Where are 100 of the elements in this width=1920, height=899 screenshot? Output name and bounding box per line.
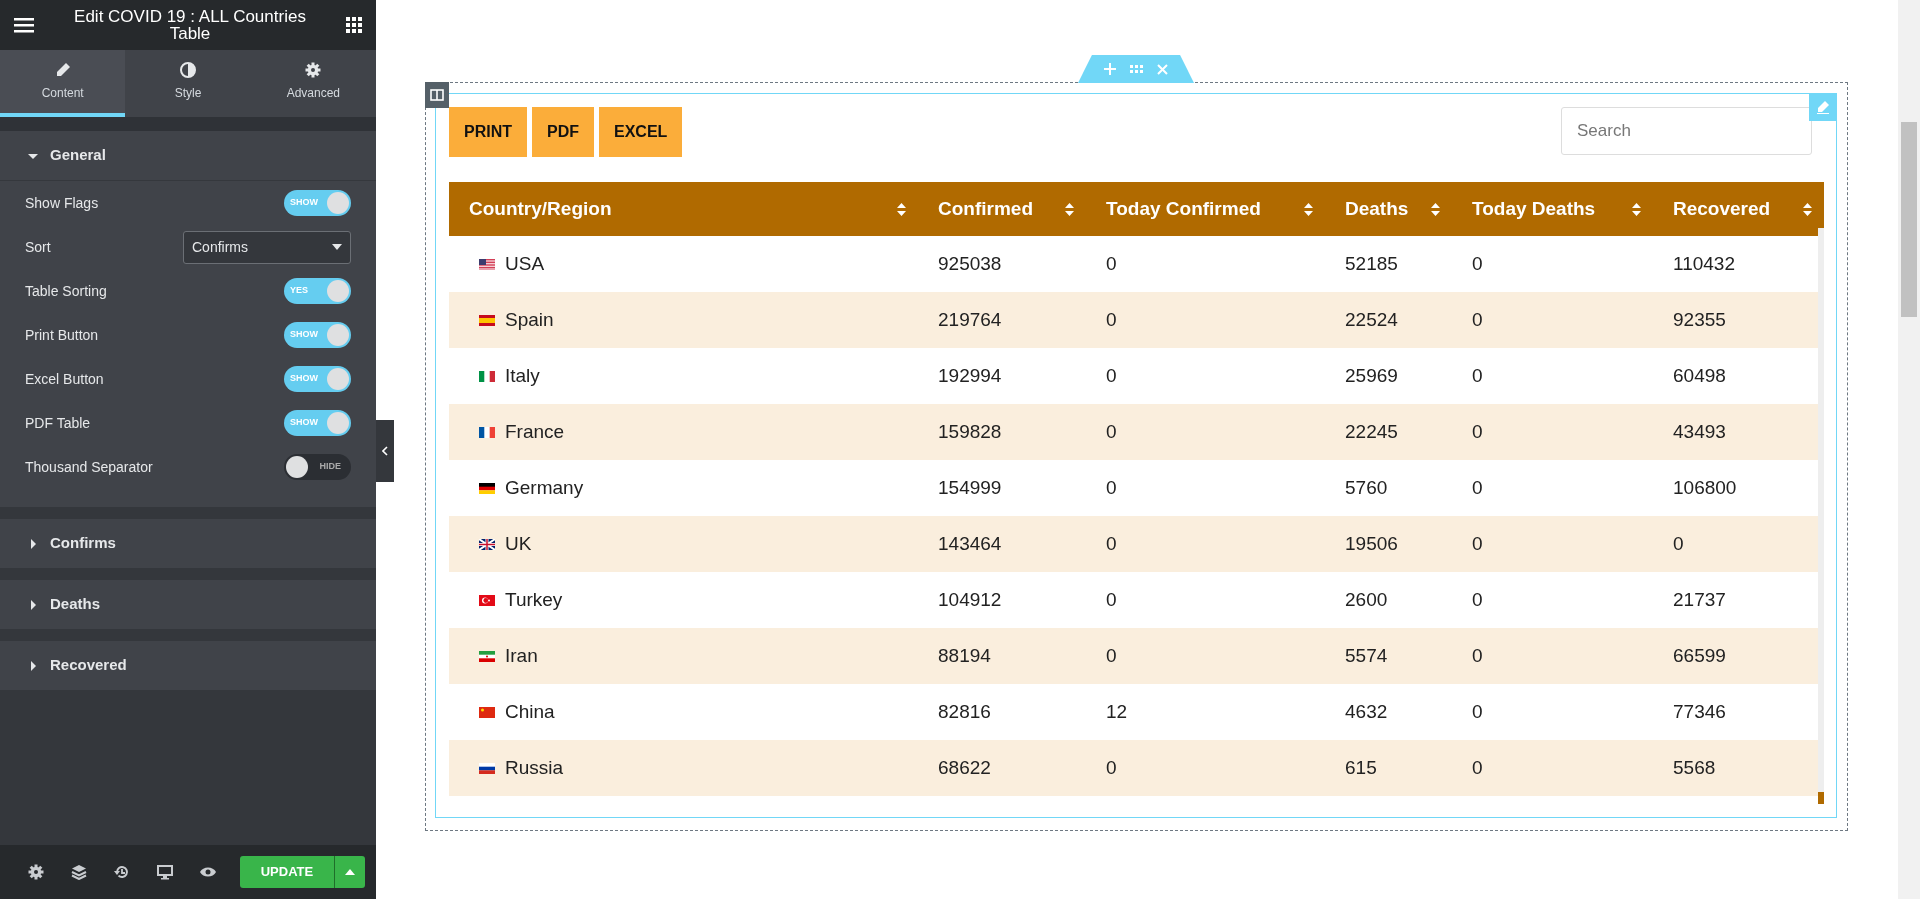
table-cell-text: 104912 bbox=[937, 587, 1003, 612]
flag-icon bbox=[479, 594, 495, 606]
control-label: Excel Button bbox=[25, 369, 104, 389]
column-header[interactable]: Recovered bbox=[1653, 182, 1824, 236]
column-header[interactable]: Today Confirmed bbox=[1086, 182, 1325, 236]
search-field[interactable]: Search bbox=[1561, 107, 1812, 155]
options-button[interactable] bbox=[334, 856, 366, 888]
table-cell-text: 0 bbox=[1105, 363, 1118, 388]
table-cell-text: 0 bbox=[1471, 755, 1484, 780]
table-cell-text: 615 bbox=[1344, 755, 1378, 780]
sort-icon bbox=[1632, 202, 1641, 216]
control-label: Table Sorting bbox=[25, 281, 107, 301]
gear-icon bbox=[305, 61, 322, 78]
flag-icon bbox=[479, 538, 495, 550]
table-cell-text: 0 bbox=[1105, 755, 1118, 780]
flag-icon bbox=[479, 426, 495, 438]
table-cell-text: 0 bbox=[1105, 307, 1118, 332]
columns-icon bbox=[430, 89, 444, 101]
drag-handle-icon[interactable] bbox=[1130, 65, 1143, 73]
table-cell-text: 21737 bbox=[1672, 587, 1727, 612]
flag-icon bbox=[479, 762, 495, 774]
table-cell-text: 0 bbox=[1471, 531, 1484, 556]
table-cell-text: 77346 bbox=[1672, 699, 1727, 724]
table-cell-text: 68622 bbox=[937, 755, 992, 780]
table-cell-text: 22245 bbox=[1344, 419, 1399, 444]
table-cell-text: 22524 bbox=[1344, 307, 1399, 332]
history-icon[interactable] bbox=[113, 864, 130, 880]
export-button[interactable]: EXCEL bbox=[599, 107, 683, 157]
export-button[interactable]: PDF bbox=[532, 107, 594, 157]
table-cell-text: 19506 bbox=[1344, 531, 1399, 556]
panel-tab[interactable]: Content bbox=[0, 50, 126, 117]
layers-icon[interactable] bbox=[70, 864, 87, 880]
caret-up-icon bbox=[345, 869, 356, 875]
pencil-icon bbox=[54, 61, 71, 78]
table-cell-text: 25969 bbox=[1344, 363, 1399, 388]
menu-icon[interactable] bbox=[14, 17, 34, 33]
column-handle[interactable] bbox=[425, 82, 449, 108]
table-cell-text: 925038 bbox=[937, 251, 1003, 276]
table-cell: Russia bbox=[449, 753, 918, 783]
table-cell-text: 43493 bbox=[1672, 419, 1727, 444]
sort-icon bbox=[1065, 202, 1074, 216]
table-cell-text: 60498 bbox=[1672, 363, 1727, 388]
table-cell-text: 2600 bbox=[1344, 587, 1389, 612]
table-cell-text: 0 bbox=[1471, 251, 1484, 276]
pencil-icon bbox=[1816, 100, 1830, 114]
sort-icon bbox=[1431, 202, 1440, 216]
table-cell: France bbox=[449, 417, 918, 447]
table-cell-text: 192994 bbox=[937, 363, 1003, 388]
flag-icon bbox=[479, 482, 495, 494]
table-cell-text: 154999 bbox=[937, 475, 1003, 500]
settings-icon[interactable] bbox=[27, 864, 44, 880]
table-cell-text: 219764 bbox=[937, 307, 1003, 332]
table-cell-text: 0 bbox=[1471, 419, 1484, 444]
table-cell-text: 0 bbox=[1471, 307, 1484, 332]
table-cell-text: 4632 bbox=[1344, 699, 1389, 724]
table-cell-text: 0 bbox=[1471, 699, 1484, 724]
table-cell-text: 106800 bbox=[1672, 475, 1738, 500]
sort-icon bbox=[1304, 202, 1313, 216]
table-cell-text: 110432 bbox=[1672, 251, 1736, 276]
table-cell-text: 0 bbox=[1672, 531, 1685, 556]
table-cell: Italy bbox=[449, 361, 918, 391]
toggle-switch[interactable]: HIDE bbox=[284, 454, 351, 480]
export-button[interactable]: PRINT bbox=[449, 107, 527, 157]
contrast-icon bbox=[180, 61, 196, 78]
table-cell: UK bbox=[449, 529, 918, 559]
table-cell: USA bbox=[449, 249, 918, 279]
table-cell-text: 143464 bbox=[937, 531, 1003, 556]
select-field[interactable]: Confirms bbox=[183, 230, 351, 264]
section-header[interactable]: Confirms bbox=[0, 519, 376, 568]
control-label: Show Flags bbox=[25, 193, 99, 213]
table-cell-text: 0 bbox=[1105, 531, 1118, 556]
collapse-panel-button[interactable] bbox=[376, 420, 394, 482]
column-header[interactable]: Confirmed bbox=[918, 182, 1086, 236]
flag-icon bbox=[479, 258, 495, 270]
page-scrollbar[interactable] bbox=[1898, 0, 1920, 899]
desktop-icon[interactable] bbox=[157, 864, 173, 880]
table-cell: Turkey bbox=[449, 585, 918, 615]
table-cell-text: 66599 bbox=[1672, 643, 1727, 668]
control-label: Print Button bbox=[25, 325, 99, 345]
flag-icon bbox=[479, 370, 495, 382]
column-header[interactable]: Deaths bbox=[1325, 182, 1452, 236]
table-cell: Iran bbox=[449, 641, 918, 671]
section-header[interactable]: Deaths bbox=[0, 580, 376, 629]
apps-grid-icon[interactable] bbox=[346, 17, 362, 33]
eye-icon[interactable] bbox=[199, 866, 218, 878]
table-scrollbar[interactable] bbox=[1818, 228, 1824, 804]
caret-icon bbox=[28, 660, 38, 671]
control-label: Thousand Separator bbox=[25, 457, 153, 477]
panel-tab[interactable]: Style bbox=[125, 50, 251, 117]
table-cell-text: 12 bbox=[1105, 699, 1129, 724]
caret-icon bbox=[28, 599, 38, 610]
flag-icon bbox=[479, 706, 495, 718]
column-header[interactable]: Country/Region bbox=[449, 182, 918, 236]
control-label: PDF Table bbox=[25, 413, 91, 433]
section-header[interactable]: General bbox=[0, 131, 376, 180]
column-header[interactable]: Today Deaths bbox=[1452, 182, 1653, 236]
panel-tab[interactable]: Advanced bbox=[250, 50, 376, 117]
table-cell-text: 0 bbox=[1105, 475, 1118, 500]
section-header[interactable]: Recovered bbox=[0, 641, 376, 690]
table-cell-text: 5568 bbox=[1672, 755, 1717, 780]
